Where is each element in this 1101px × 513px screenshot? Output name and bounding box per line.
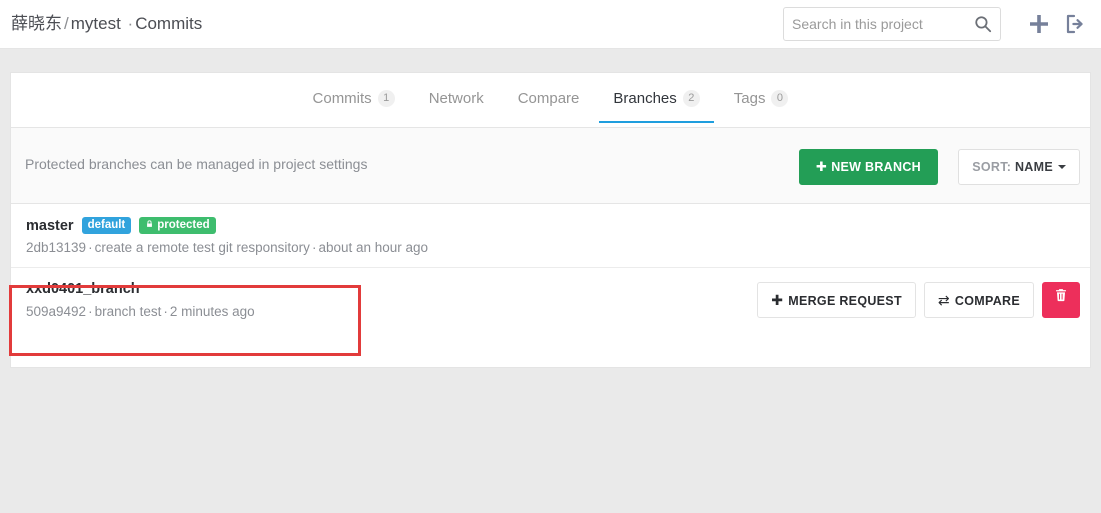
compare-arrows-icon: ⇄ bbox=[937, 292, 950, 308]
tab-branches-count: 2 bbox=[682, 90, 700, 107]
branch-name[interactable]: xxd0401_branch bbox=[26, 281, 140, 297]
tab-commits-count: 1 bbox=[377, 90, 395, 107]
merge-request-button[interactable]: ✚ MERGE REQUEST bbox=[757, 282, 916, 318]
merge-request-button-label: MERGE REQUEST bbox=[788, 294, 902, 308]
tab-branches-label: Branches bbox=[613, 90, 677, 107]
breadcrumb-separator: / bbox=[64, 14, 69, 33]
protected-branches-note-text: Protected branches can be managed in bbox=[25, 156, 274, 172]
search-input[interactable] bbox=[784, 8, 969, 40]
sort-dropdown-value: NAME bbox=[1014, 160, 1053, 174]
breadcrumb-owner[interactable]: 薛晓东 bbox=[11, 14, 62, 33]
compare-button-label: COMPARE bbox=[954, 294, 1020, 308]
table-row[interactable]: master default protected 2db13139 · create … bbox=[11, 204, 1090, 268]
search-icon[interactable] bbox=[974, 15, 992, 33]
commit-time: 2 minutes ago bbox=[169, 304, 255, 319]
status-badge-default: default bbox=[81, 217, 132, 234]
chevron-down-icon bbox=[1058, 165, 1066, 169]
tab-branches[interactable]: Branches 2 bbox=[596, 73, 716, 123]
new-branch-button-label: NEW BRANCH bbox=[831, 160, 921, 174]
tab-commits[interactable]: Commits 1 bbox=[296, 73, 412, 122]
breadcrumb-project[interactable]: mytest bbox=[71, 14, 121, 33]
status-badge-protected: protected bbox=[139, 217, 216, 234]
new-branch-button[interactable]: ✚ NEW BRANCH bbox=[798, 149, 938, 185]
commit-message[interactable]: branch test bbox=[95, 304, 162, 319]
tab-compare-label: Compare bbox=[517, 90, 580, 107]
tab-network[interactable]: Network bbox=[412, 73, 501, 122]
commit-message[interactable]: create a remote test git responsitory bbox=[95, 240, 310, 255]
commit-separator-1: · bbox=[88, 304, 93, 319]
breadcrumb-page: Commits bbox=[135, 14, 203, 33]
commit-info: 509a9492 · branch test · 2 minutes ago bbox=[26, 304, 255, 319]
content-card: Commits 1 Network Compare Branches 2 Tags 0… bbox=[10, 72, 1091, 368]
tab-tags[interactable]: Tags 0 bbox=[717, 73, 806, 122]
compare-button[interactable]: ⇄ COMPARE bbox=[923, 282, 1034, 318]
breadcrumb: 薛晓东 / mytest · Commits bbox=[11, 11, 202, 37]
tab-tags-label: Tags bbox=[733, 90, 766, 107]
branch-name-label: xxd0401_branch bbox=[26, 281, 140, 297]
status-badge-default-label: default bbox=[87, 219, 126, 231]
branches-toolbar: Protected branches can be managed in pro… bbox=[11, 128, 1090, 204]
top-header-bar: 薛晓东 / mytest · Commits bbox=[0, 0, 1101, 49]
tab-compare[interactable]: Compare bbox=[501, 73, 597, 122]
tab-network-label: Network bbox=[428, 90, 484, 107]
project-tabs: Commits 1 Network Compare Branches 2 Tags 0 bbox=[11, 73, 1090, 128]
tab-tags-count: 0 bbox=[771, 90, 789, 107]
commit-sha[interactable]: 2db13139 bbox=[26, 240, 86, 255]
commit-separator-1: · bbox=[88, 240, 93, 255]
row-actions: ✚ MERGE REQUEST ⇄ COMPARE bbox=[749, 282, 1080, 318]
project-settings-link[interactable]: project settings bbox=[273, 156, 367, 172]
breadcrumb-middot: · bbox=[127, 14, 134, 33]
search-box[interactable] bbox=[783, 7, 1001, 41]
commit-sha[interactable]: 509a9492 bbox=[26, 304, 86, 319]
sort-dropdown-prefix: SORT: bbox=[972, 160, 1015, 174]
delete-branch-button[interactable] bbox=[1042, 282, 1080, 318]
commit-time: about an hour ago bbox=[318, 240, 429, 255]
commit-separator-2: · bbox=[163, 304, 168, 319]
branch-name-label: master bbox=[26, 218, 74, 234]
protected-branches-note: Protected branches can be managed in pro… bbox=[25, 156, 367, 172]
table-row[interactable]: xxd0401_branch 509a9492 · branch test · 2 mi… bbox=[11, 268, 1090, 332]
sort-dropdown[interactable]: SORT: NAME bbox=[958, 149, 1080, 185]
plus-icon-merge-request: ✚ bbox=[771, 292, 784, 308]
status-badge-protected-label: protected bbox=[157, 219, 210, 231]
commit-info: 2db13139 · create a remote test git respon… bbox=[26, 240, 428, 255]
plus-icon[interactable] bbox=[1027, 12, 1051, 36]
sign-out-icon[interactable] bbox=[1063, 12, 1087, 36]
branch-name[interactable]: master default protected bbox=[26, 217, 216, 234]
tab-commits-label: Commits bbox=[312, 90, 372, 107]
plus-icon-new-branch: ✚ bbox=[815, 159, 828, 174]
lock-icon bbox=[145, 220, 154, 231]
